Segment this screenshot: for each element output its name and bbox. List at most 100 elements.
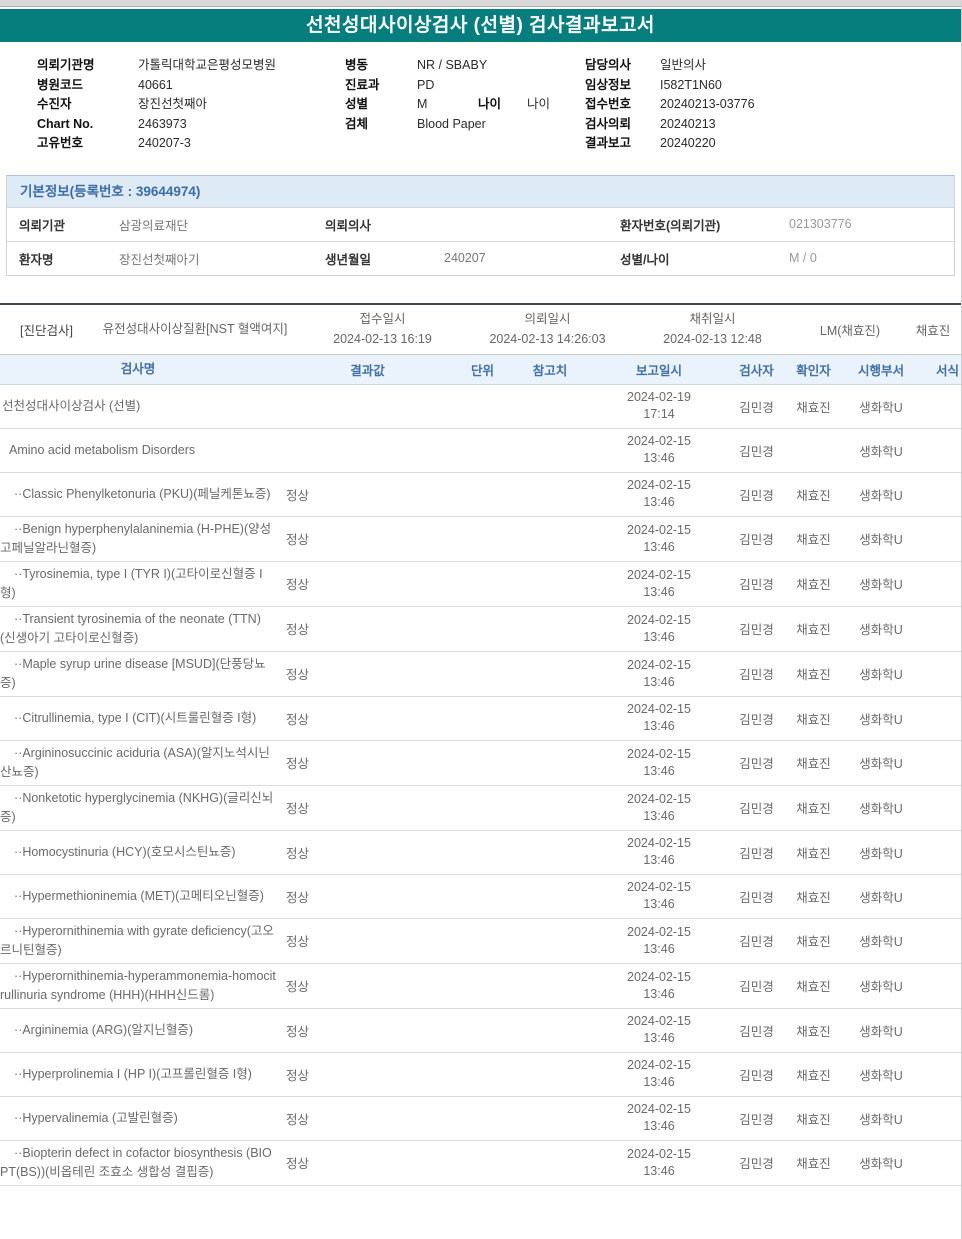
confirmer-cell: 채효진 [796,1157,831,1172]
department-cell: 생화학U [859,980,903,995]
tester-cell: 김민경 [739,488,774,503]
info-row: 접수번호 20240213-03776 [585,95,961,115]
diagnosis-time-column: 의뢰일시 2024-02-13 14:26:03 [465,309,630,349]
reported-datetime: 2024-02-15 13:46 [627,924,691,956]
info-row: 수진자 장진선첫째아 [37,95,345,115]
info-row: Chart No. 2463973 [37,115,345,135]
reported-cell: 2024-02-15 13:46 [590,1013,728,1047]
department-cell: 생화학U [859,578,903,593]
reported-datetime: 2024-02-15 13:46 [627,836,691,868]
info-value: 20240213 [660,116,716,131]
info-label: 결과보고 [585,136,632,151]
diagnosis-tag: [진단검사] [20,323,73,338]
reported-datetime: 2024-02-15 13:46 [627,478,691,510]
tester-cell: 김민경 [739,935,774,950]
test-result-row: ··Biopterin defect in cofactor biosynthe… [0,1141,961,1186]
department-cell: 생화학U [859,400,903,415]
test-result-row: ··Hypermethioninemia (MET)(고메티오닌혈증) 정상 2… [0,875,961,919]
reported-datetime: 2024-02-15 13:46 [627,522,691,554]
reported-datetime: 2024-02-15 13:46 [627,1058,691,1090]
confirmer-cell: 채효진 [796,712,831,727]
tester-cell: 김민경 [739,1112,774,1127]
reported-cell: 2024-02-19 17:14 [590,389,728,423]
reported-cell: 2024-02-15 13:46 [590,746,728,780]
basic-info-row: 환자명 장진선첫째아기 생년월일 240207 성별/나이 M / 0 [7,240,954,275]
info-value: 20240220 [660,136,716,151]
reported-datetime: 2024-02-15 13:46 [627,1146,691,1178]
test-name-cell: ··Hyperornithinemia-hyperammonemia-homoc… [0,968,276,1002]
confirmer-cell: 채효진 [796,623,831,638]
result-cell: 정상 [286,802,310,817]
diagnosis-test-group: 유전성대사이상질환[NST 혈액여지] [102,321,288,336]
info-value: 일반의사 [660,58,707,72]
reported-datetime: 2024-02-15 13:46 [627,969,691,1001]
test-name-cell: ··Transient tyrosinemia of the neonate (… [0,611,261,645]
time-label: 접수일시 [359,312,406,327]
basic-info-header: 기본정보(등록번호 : 39644974) [7,175,954,207]
result-cell: 정상 [286,846,310,861]
column-header-reported: 보고일시 [635,363,682,378]
info-label: 검체 [345,116,369,131]
reported-cell: 2024-02-15 13:46 [590,477,728,511]
info-value: Blood Paper [417,116,486,131]
test-name-cell: ··Hypermethioninemia (MET)(고메티오닌혈증) [14,888,264,903]
department-cell: 생화학U [859,623,903,638]
confirmer-cell: 채효진 [796,980,831,995]
info-label: 검사의뢰 [585,116,632,131]
info-value: PD [417,77,435,92]
basic-value-3: 021303776 [789,217,852,232]
column-header-form: 서식 [935,363,959,378]
result-cell: 정상 [286,712,310,727]
info-label: 담당의사 [585,58,632,72]
time-value: 2024-02-13 12:48 [663,332,762,347]
basic-value-2: 240207 [444,251,486,266]
test-result-row: ··Hyperprolinemia I (HP I)(고프롤린혈증 I형) 정상… [0,1053,961,1097]
info-value: 장진선첫째아 [138,97,208,112]
basic-label-1: 의뢰기관 [19,218,66,233]
info-row: 병원코드 40661 [37,76,345,96]
tester-cell: 김민경 [739,757,774,772]
info-label: 진료과 [345,77,380,92]
table-header-row: 검사명 결과값 단위 참고치 보고일시 검사자 확인자 시행부서 서식 [0,354,961,385]
department-cell: 생화학U [859,444,903,459]
column-header-department: 시행부서 [857,363,904,378]
tester-cell: 김민경 [739,890,774,905]
info-label: 병원코드 [37,77,84,92]
info-label: 접수번호 [585,97,632,112]
confirmer-cell: 채효진 [796,935,831,950]
info-value: NR / SBABY [417,58,488,72]
reported-datetime: 2024-02-15 13:46 [627,657,691,689]
diagnosis-time-column: 채취일시 2024-02-13 12:48 [630,309,795,349]
result-cell: 정상 [286,578,310,593]
department-cell: 생화학U [859,757,903,772]
info-label: 의뢰기관명 [37,58,95,72]
test-name-cell: ··Tyrosinemia, type I (TYR I)(고타이로신혈증 I형… [0,566,263,600]
department-cell: 생화학U [859,1068,903,1083]
reported-datetime: 2024-02-15 13:46 [627,746,691,778]
confirmer-cell: 채효진 [796,668,831,683]
basic-label-2: 생년월일 [325,252,372,267]
patient-info-right-column: 담당의사 일반의사 임상정보 I582T1N60 접수번호 20240213-0377… [585,56,961,154]
confirmer-cell: 채효진 [796,1068,831,1083]
info-label: Chart No. [37,116,94,131]
test-name-cell: ··Maple syrup urine disease [MSUD](단풍당뇨증… [0,656,266,690]
test-result-row: ··Citrullinemia, type I (CIT)(시트룰린혈증 I형)… [0,697,961,741]
tester-cell: 김민경 [739,400,774,415]
reported-cell: 2024-02-15 13:46 [590,1146,728,1180]
tester-cell: 김민경 [739,668,774,683]
time-value: 2024-02-13 14:26:03 [489,332,606,347]
patient-info-middle-column: 병동 NR / SBABY 진료과 PD 성별 M 나이 나이 검체 Blood Paper [345,56,585,154]
report-title-bar: 선천성대사이상검사 (선별) 검사결과보고서 [0,9,961,42]
confirmer-cell: 채효진 [796,802,831,817]
diagnosis-collector: 채효진 [915,323,951,338]
test-name-cell: ··Biopterin defect in cofactor biosynthe… [0,1145,272,1179]
result-cell: 정상 [286,935,310,950]
result-cell: 정상 [286,1024,310,1039]
test-result-row: ··Hyperornithinemia-hyperammonemia-homoc… [0,964,961,1009]
info-row: 의뢰기관명 가톨릭대학교은평성모병원 [37,56,345,76]
result-cell: 정상 [286,757,310,772]
reported-cell: 2024-02-15 13:46 [590,791,728,825]
diagnosis-lm: LM(채효진) [819,323,881,338]
reported-cell: 2024-02-15 13:46 [590,924,728,958]
reported-datetime: 2024-02-15 13:46 [627,702,691,734]
